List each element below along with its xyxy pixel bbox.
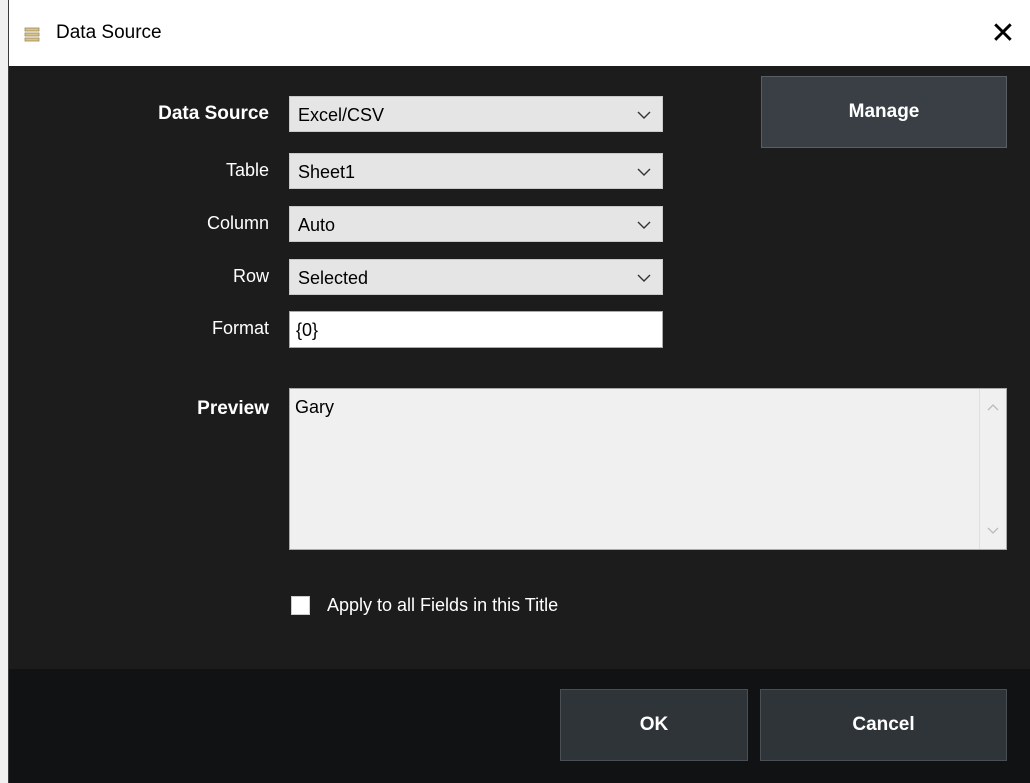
database-icon (23, 26, 41, 44)
data-source-dropdown[interactable]: Excel/CSV (289, 96, 663, 132)
row-value: Selected (298, 268, 369, 288)
format-value: {0} (296, 320, 319, 340)
apply-all-checkbox[interactable] (291, 596, 310, 615)
scroll-up-icon[interactable] (987, 403, 999, 411)
cancel-button[interactable]: Cancel (760, 689, 1007, 761)
chevron-down-icon (637, 111, 651, 119)
row-label: Row (232, 266, 269, 286)
column-value: Auto (298, 215, 336, 235)
chevron-down-icon (637, 221, 651, 229)
preview-scrollbar[interactable] (979, 389, 1006, 549)
data-source-label: Data Source (158, 103, 269, 124)
close-icon: ✕ (990, 16, 1016, 50)
table-dropdown[interactable]: Sheet1 (289, 153, 663, 189)
apply-all-label[interactable]: Apply to all Fields in this Title (327, 595, 558, 616)
column-dropdown[interactable]: Auto (289, 206, 663, 242)
close-button[interactable]: ✕ (975, 0, 1030, 66)
format-input[interactable]: {0} (289, 311, 663, 348)
column-label: Column (206, 213, 269, 233)
dialog-content: Data Source Excel/CSV Table Sheet1 Colum… (9, 66, 1030, 669)
window-title: Data Source (56, 22, 162, 43)
dialog-footer: OK Cancel (9, 669, 1030, 783)
data-source-dialog: Data Source ✕ Data Source Excel/CSV Tabl… (8, 0, 1030, 783)
preview-textarea[interactable]: Gary (289, 388, 1007, 550)
format-label: Format (211, 318, 269, 338)
table-label: Table (225, 160, 269, 180)
chevron-down-icon (637, 168, 651, 176)
preview-value: Gary (295, 397, 335, 417)
chevron-down-icon (637, 274, 651, 282)
title-bar: Data Source ✕ (9, 0, 1030, 66)
ok-button[interactable]: OK (560, 689, 748, 761)
scroll-down-icon[interactable] (987, 527, 999, 535)
table-value: Sheet1 (298, 162, 356, 182)
manage-button[interactable]: Manage (761, 76, 1007, 148)
row-dropdown[interactable]: Selected (289, 259, 663, 295)
data-source-value: Excel/CSV (298, 105, 385, 125)
preview-label: Preview (197, 398, 269, 419)
